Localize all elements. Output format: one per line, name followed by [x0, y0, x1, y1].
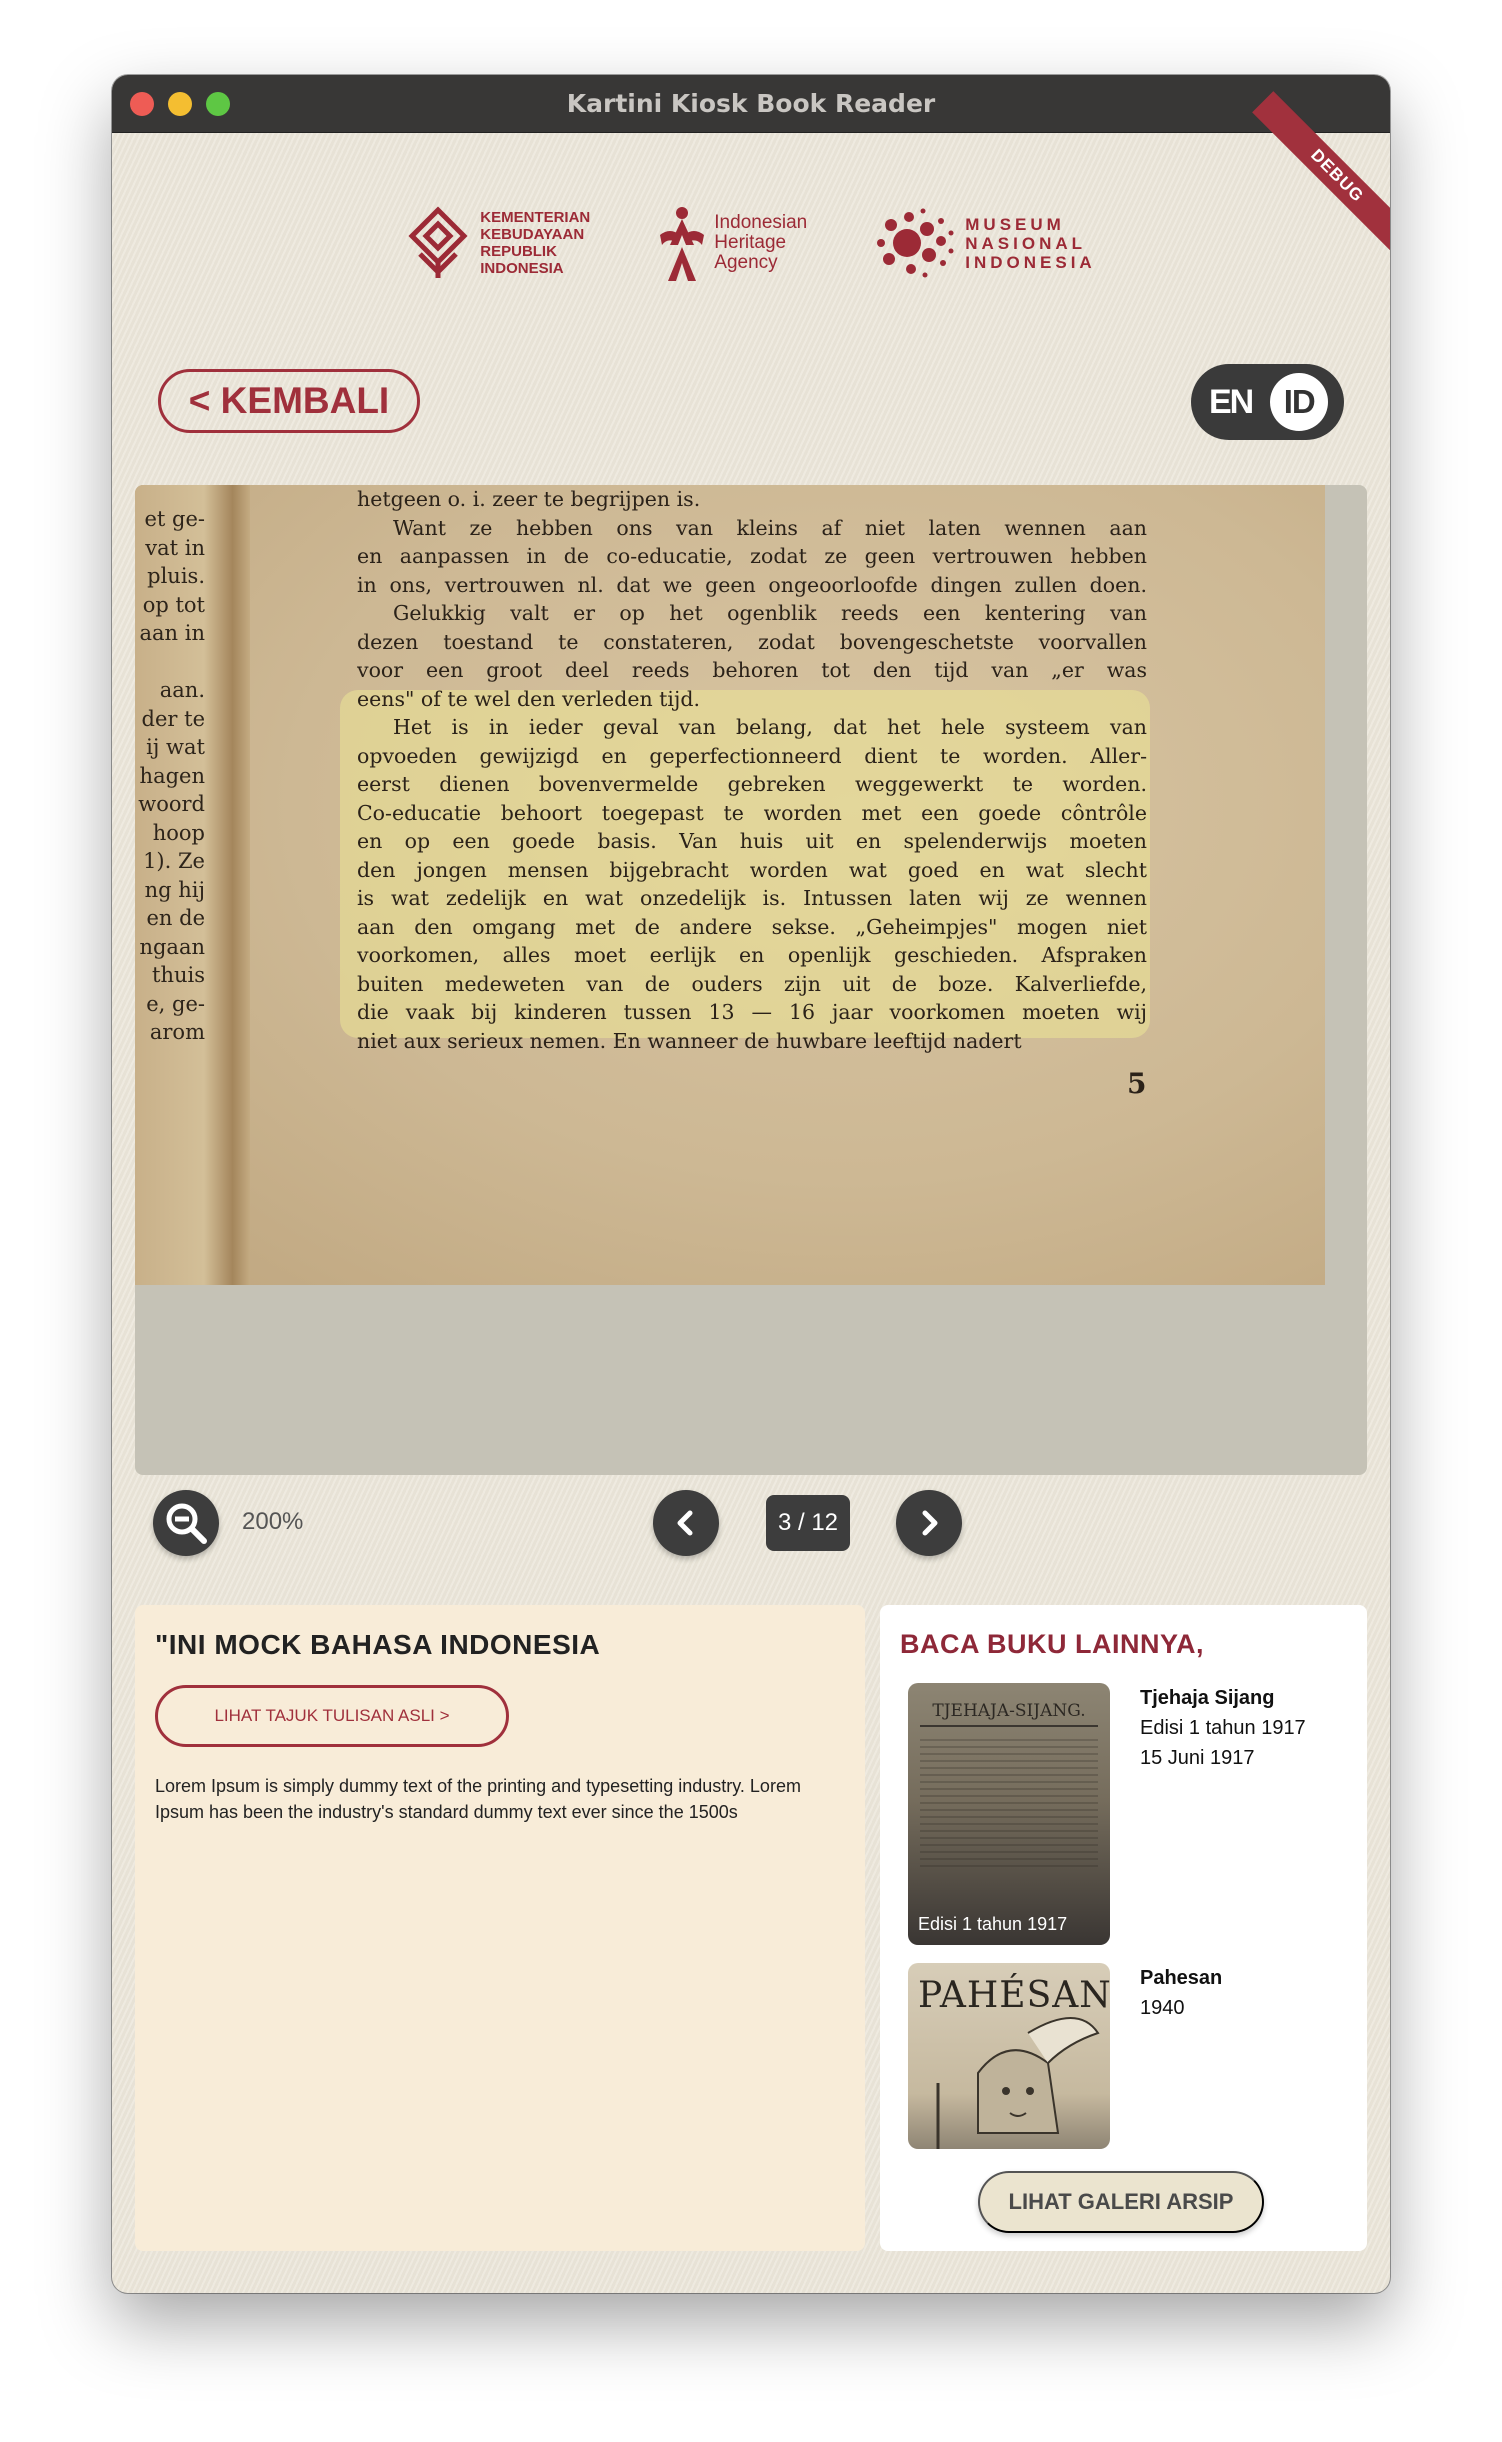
back-button[interactable]: < KEMBALI	[158, 369, 420, 433]
page-text-line: voor een groot deel reeds behoren tot de…	[357, 658, 1147, 682]
book-date: 15 Juni 1917	[1140, 1747, 1255, 1769]
page-text-line: Want ze hebben ons van kleins af niet la…	[393, 515, 1147, 540]
document-viewer[interactable]: et ge- vat in pluis. op tot aan in aan. …	[135, 485, 1367, 1475]
page-text-line: en op een goede basis. Van huis uit en s…	[357, 829, 1147, 853]
page-text-line: dezen toestand te constateren, zodat bov…	[357, 629, 1147, 654]
page-text-line: hetgeen o. i. zeer te begrijpen is.	[357, 487, 701, 511]
page-text-line: en aanpassen in de co-educatie, zodat ze…	[357, 544, 1147, 568]
page-indicator: 3 / 12	[766, 1495, 850, 1551]
previous-page-button[interactable]	[653, 1490, 719, 1556]
cover-title: TJEHAJA-SIJANG.	[920, 1701, 1098, 1727]
ministry-logo: KEMENTERIAN KEBUDAYAAN REPUBLIK INDONESI…	[406, 206, 590, 280]
book-cover[interactable]: TJEHAJA-SIJANG. Edisi 1 tahun 1917	[908, 1683, 1110, 1945]
book-card[interactable]: TJEHAJA-SIJANG. Edisi 1 tahun 1917 Tjeha…	[908, 1683, 1306, 1945]
language-id-option[interactable]: ID	[1270, 373, 1329, 431]
cover-illustration	[936, 2017, 1100, 2149]
printed-page-number: 5	[1127, 1067, 1147, 1100]
page-text-line: eens" of te wel den verleden tijd.	[357, 686, 700, 711]
museum-emblem-icon	[877, 208, 954, 278]
page-text-line: die vaak bij kinderen tussen 13 — 16 jaa…	[357, 1000, 1147, 1024]
chevron-left-icon	[677, 1510, 693, 1536]
chevron-right-icon	[922, 1510, 938, 1536]
zoom-out-button[interactable]	[153, 1490, 219, 1556]
window-controls	[130, 92, 230, 116]
agency-logo-text: Indonesian Heritage Agency	[714, 212, 808, 273]
page-text-line: voorkomen, alles moet eerlijk en openlij…	[357, 943, 1147, 967]
page-text-line: Het is in ieder geval van belang, dat he…	[393, 715, 1147, 739]
page-text-line: in ons, vertrouwen nl. dat we geen ongeo…	[357, 572, 1147, 597]
app-window: Kartini Kiosk Book Reader DEBUG KEMENTER…	[112, 75, 1390, 2293]
partner-logos: KEMENTERIAN KEBUDAYAAN REPUBLIK INDONESI…	[112, 205, 1390, 281]
agency-logo: Indonesian Heritage Agency	[660, 205, 807, 281]
museum-logo: MUSEUM NASIONAL INDONESIA	[877, 207, 1095, 279]
page-text-line: is wat zedelijk en wat onzedelijk is. In…	[357, 886, 1147, 910]
book-info: Pahesan 1940	[1140, 1963, 1222, 2149]
page-text-line: den jongen mensen bijgebracht worden wat…	[357, 857, 1147, 882]
language-en-option[interactable]: EN	[1209, 383, 1254, 422]
document-page: et ge- vat in pluis. op tot aan in aan. …	[135, 485, 1325, 1285]
next-page-button[interactable]	[896, 1490, 962, 1556]
page-text-line: opvoeden gewijzigd en geperfectionneerd …	[357, 743, 1147, 768]
page-text-line: niet aux serieux nemen. En wanneer de hu…	[357, 1028, 1022, 1053]
minimize-window-button[interactable]	[168, 92, 192, 116]
article-info-panel: "INI MOCK BAHASA INDONESIA LIHAT TAJUK T…	[135, 1605, 865, 2251]
more-books-title: BACA BUKU LAINNYA,	[900, 1629, 1205, 1659]
agency-emblem-icon	[660, 207, 705, 281]
article-title: "INI MOCK BAHASA INDONESIA	[155, 1629, 601, 1660]
zoom-out-icon	[166, 1503, 207, 1544]
window-title: Kartini Kiosk Book Reader	[566, 89, 936, 118]
page-text: hetgeen o. i. zeer te begrijpen is. Want …	[357, 485, 1147, 1055]
close-window-button[interactable]	[130, 92, 154, 116]
more-books-panel: BACA BUKU LAINNYA, TJEHAJA-SIJANG. Edisi…	[880, 1605, 1367, 2251]
cover-caption: Edisi 1 tahun 1917	[918, 1914, 1068, 1934]
maximize-window-button[interactable]	[206, 92, 230, 116]
book-edition: Edisi 1 tahun 1917	[1140, 1717, 1306, 1739]
article-description: Lorem Ipsum is simply dummy text of the …	[155, 1776, 801, 1822]
previous-page-column: et ge- vat in pluis. op tot aan in aan. …	[138, 507, 205, 1044]
book-year: 1940	[1140, 1997, 1185, 2019]
language-toggle[interactable]: EN ID	[1191, 364, 1344, 440]
book-title: Pahesan	[1140, 1967, 1223, 1989]
page-text-line: eerst dienen bovenvermelde gebreken wegg…	[357, 772, 1147, 796]
ministry-emblem-icon	[408, 206, 468, 278]
view-original-button[interactable]: LIHAT TAJUK TULISAN ASLI >	[155, 1685, 509, 1747]
ministry-logo-text: KEMENTERIAN KEBUDAYAAN REPUBLIK INDONESI…	[480, 209, 591, 277]
museum-logo-text: MUSEUM NASIONAL INDONESIA	[965, 214, 1096, 272]
page-text-line: buiten medeweten van de ouders zijn uit …	[357, 971, 1147, 996]
book-card[interactable]: PAHÉSAN Pahesan 1940	[908, 1963, 1222, 2149]
cover-text-columns	[920, 1739, 1098, 1869]
book-title: Tjehaja Sijang	[1140, 1687, 1275, 1709]
book-info: Tjehaja Sijang Edisi 1 tahun 1917 15 Jun…	[1140, 1683, 1306, 1945]
book-cover[interactable]: PAHÉSAN	[908, 1963, 1110, 2149]
titlebar: Kartini Kiosk Book Reader	[112, 75, 1390, 133]
zoom-level: 200%	[242, 1508, 304, 1535]
page-text-line: Co-educatie behoort toegepast te worden …	[357, 800, 1147, 825]
viewer-controls: 200% 3 / 12	[112, 1490, 1390, 1560]
page-text-line: Gelukkig valt er op het ogenblik reeds e…	[393, 601, 1147, 625]
page-text-line: aan den omgang met de andere sekse. „Geh…	[357, 914, 1147, 939]
view-archive-gallery-button[interactable]: LIHAT GALERI ARSIP	[978, 2171, 1264, 2233]
